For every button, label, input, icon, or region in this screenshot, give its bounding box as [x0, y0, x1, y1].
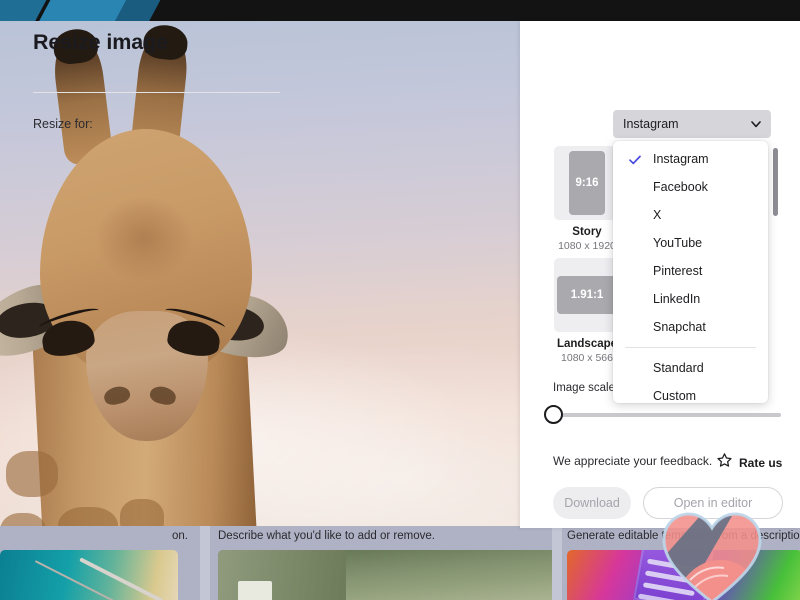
giraffe-photo: [0, 21, 520, 528]
dropdown-item-label: Snapchat: [653, 320, 706, 334]
gallery-card[interactable]: Generate editable templates from a descr…: [562, 526, 800, 600]
ratio-name: Story: [572, 226, 602, 238]
ratio-card-story[interactable]: 9:16 Story 1080 x 1920: [554, 146, 620, 252]
resize-for-label: Resize for:: [33, 117, 93, 131]
dropdown-item-linkedin[interactable]: LinkedIn: [613, 285, 768, 313]
open-in-editor-button[interactable]: Open in editor: [643, 487, 783, 519]
title-divider: [33, 92, 280, 93]
slider-handle[interactable]: [544, 405, 563, 424]
panel-scrollbar-thumb[interactable]: [773, 148, 778, 216]
dropdown-item-custom[interactable]: Custom: [613, 382, 768, 410]
dropdown-item-label: YouTube: [653, 236, 703, 250]
gallery-card[interactable]: on.: [0, 526, 200, 600]
dropdown-item-label: X: [653, 208, 662, 222]
ratio-thumbnail: 1.91:1: [554, 258, 620, 332]
ratio-card-landscape[interactable]: 1.91:1 Landscape 1080 x 566: [554, 258, 620, 364]
giraffe-spot: [120, 499, 164, 528]
dropdown-item-pinterest[interactable]: Pinterest: [613, 257, 768, 285]
dropdown-item-facebook[interactable]: Facebook: [613, 173, 768, 201]
rate-us-button[interactable]: Rate us: [716, 452, 782, 474]
dropdown-item-label: Facebook: [653, 180, 708, 194]
gallery-card-thumbnail: [218, 550, 556, 600]
ratio-label: 1.91:1: [557, 276, 617, 314]
gallery-card[interactable]: Describe what you'd like to add or remov…: [210, 526, 556, 600]
dropdown-item-label: Pinterest: [653, 264, 703, 278]
giraffe-forehead-shading: [96, 197, 192, 281]
image-preview: [0, 21, 520, 528]
page-gallery-strip: on. Describe what you'd like to add or r…: [0, 526, 800, 600]
chevron-down-icon: [750, 118, 761, 129]
download-button[interactable]: Download: [553, 487, 631, 519]
gallery-divider: [552, 526, 562, 600]
dropdown-item-standard[interactable]: Standard: [613, 354, 768, 382]
resize-preset-dropdown-menu: Instagram Facebook X YouTube Pinterest L…: [613, 141, 768, 403]
page-title: Resize image: [33, 30, 169, 54]
gallery-divider: [200, 526, 210, 600]
ratio-thumbnail: 9:16: [554, 146, 620, 220]
dropdown-item-label: Instagram: [653, 152, 709, 166]
ratio-dimensions: 1080 x 566: [561, 352, 613, 364]
rate-us-label: Rate us: [739, 456, 783, 470]
feedback-text: We appreciate your feedback.: [553, 454, 713, 468]
gallery-card-caption: on.: [172, 530, 188, 542]
image-scale-slider[interactable]: [544, 405, 781, 424]
ratio-name: Landscape: [556, 338, 618, 350]
dropdown-item-snapchat[interactable]: Snapchat: [613, 313, 768, 341]
dropdown-separator: [625, 347, 756, 348]
giraffe-spot: [6, 451, 58, 497]
check-icon: [629, 154, 641, 165]
resize-preset-value: Instagram: [623, 117, 679, 131]
gallery-card-caption: Describe what you'd like to add or remov…: [218, 530, 435, 542]
dropdown-item-x[interactable]: X: [613, 201, 768, 229]
gallery-card-thumbnail: [567, 550, 800, 600]
dropdown-item-instagram[interactable]: Instagram: [613, 145, 768, 173]
star-outline-icon: [716, 452, 733, 474]
ratio-dimensions: 1080 x 1920: [558, 240, 616, 252]
ratio-label: 9:16: [569, 151, 605, 215]
dropdown-item-label: Custom: [653, 389, 697, 403]
gallery-card-caption: Generate editable templates from a descr…: [567, 530, 800, 542]
app-root: on. Describe what you'd like to add or r…: [0, 0, 800, 600]
dropdown-item-label: LinkedIn: [653, 292, 701, 306]
resize-preset-combobox[interactable]: Instagram: [613, 110, 771, 138]
gallery-card-thumbnail: [0, 550, 178, 600]
browser-top-bar: [0, 0, 800, 21]
dropdown-item-youtube[interactable]: YouTube: [613, 229, 768, 257]
image-scale-label: Image scale: [553, 382, 616, 394]
dropdown-item-label: Standard: [653, 361, 704, 375]
